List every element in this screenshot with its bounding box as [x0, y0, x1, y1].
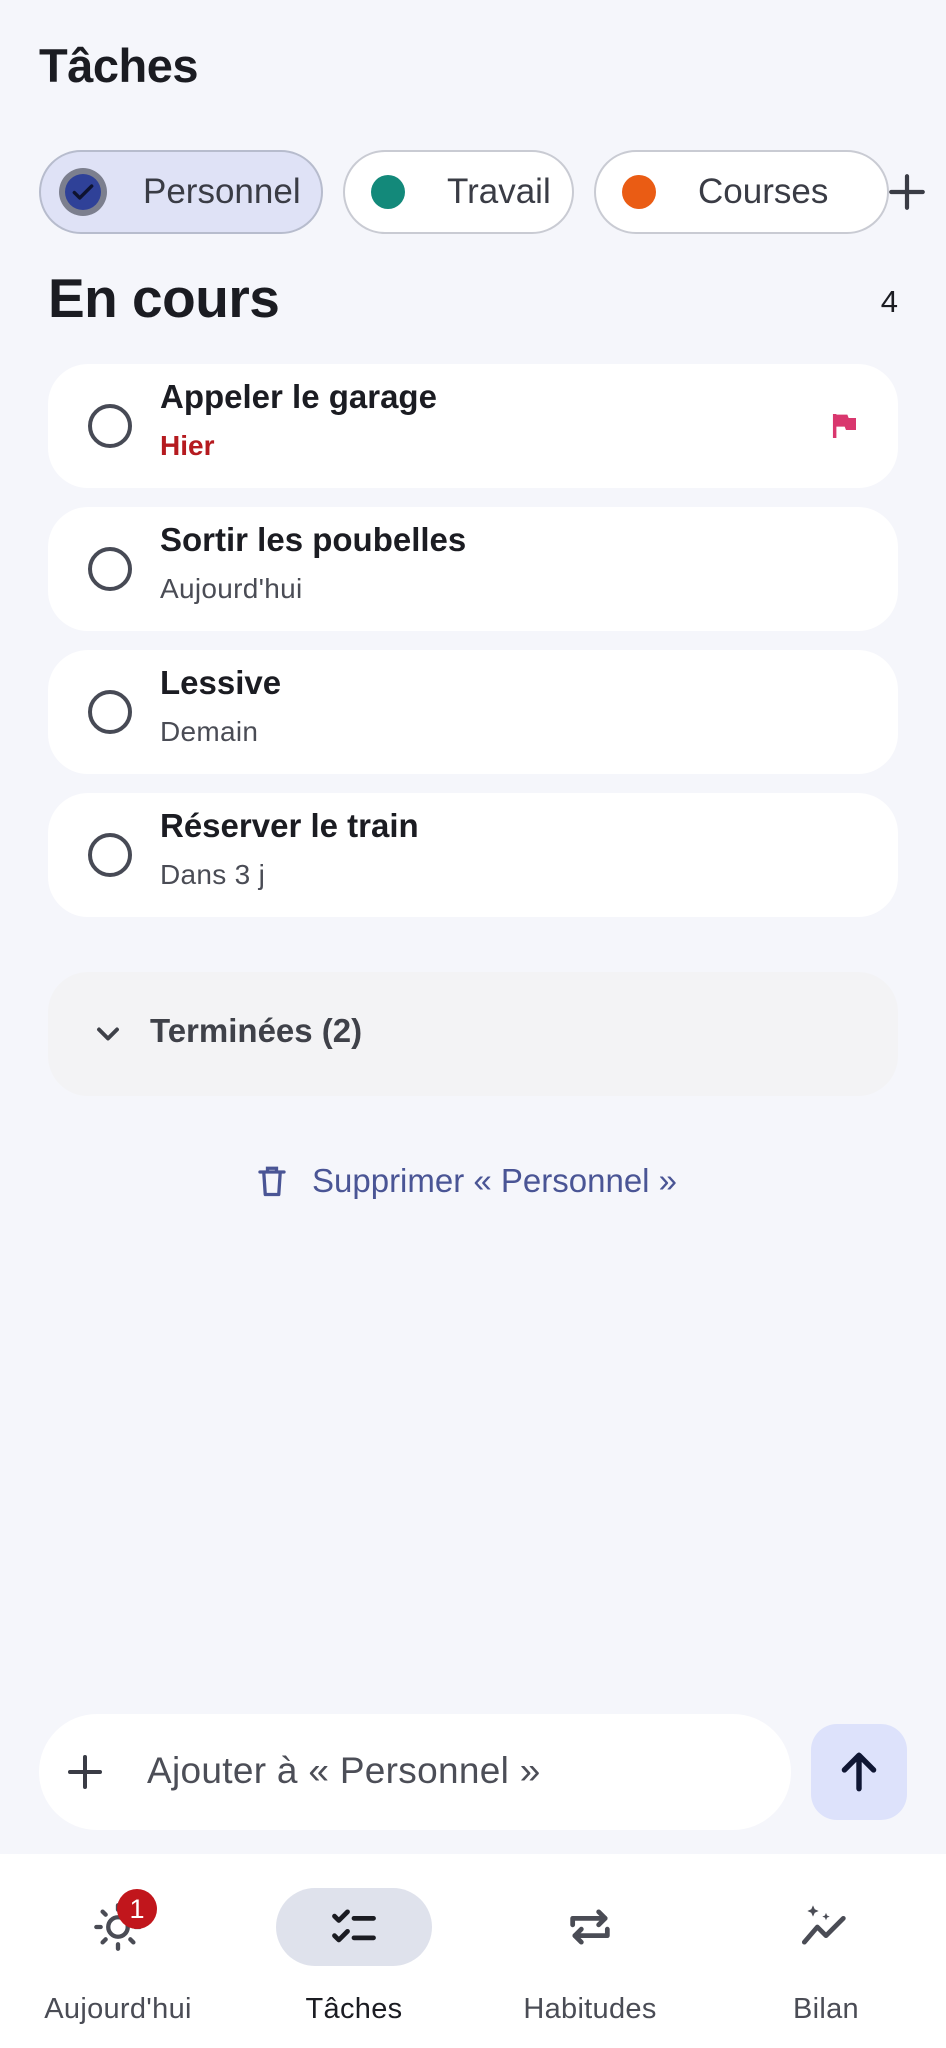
nav-item-habits[interactable]: Habitudes	[472, 1854, 708, 2048]
page-title: Tâches	[39, 39, 198, 92]
completed-section-toggle[interactable]: Terminées (2)	[48, 972, 898, 1096]
chip-label: Courses	[698, 172, 829, 211]
nav-icon-container	[276, 1888, 432, 1966]
nav-item-today[interactable]: 1 Aujourd'hui	[0, 1854, 236, 2048]
nav-item-tasks[interactable]: Tâches	[236, 1854, 472, 2048]
repeat-icon	[570, 1909, 610, 1945]
task-count: 4	[880, 284, 898, 319]
completed-label: Terminées (2)	[150, 1012, 363, 1049]
nav-icon-container	[512, 1888, 668, 1966]
add-task-input[interactable]: Ajouter à « Personnel »	[39, 1714, 791, 1830]
task-due-date: Hier	[160, 430, 215, 461]
app-screen: Tâches Personnel Travail Courses En cour…	[0, 0, 946, 2048]
delete-list-button[interactable]: Supprimer « Personnel »	[254, 1156, 677, 1206]
plus-icon	[889, 174, 925, 210]
notification-badge: 1	[117, 1889, 157, 1929]
task-item[interactable]: Appeler le garage Hier	[48, 364, 898, 488]
list-chips: Personnel Travail Courses	[39, 150, 946, 234]
task-checkbox[interactable]	[88, 404, 132, 448]
chip-courses[interactable]: Courses	[594, 150, 889, 234]
task-due-date: Aujourd'hui	[160, 573, 303, 604]
task-item[interactable]: Sortir les poubelles Aujourd'hui	[48, 507, 898, 631]
task-item[interactable]: Réserver le train Dans 3 j	[48, 793, 898, 917]
task-title: Lessive	[160, 664, 282, 701]
chip-label: Travail	[447, 172, 551, 211]
task-checkbox[interactable]	[88, 547, 132, 591]
color-dot	[622, 175, 656, 209]
trash-icon	[258, 1166, 286, 1197]
nav-label: Habitudes	[523, 1993, 657, 2025]
bottom-navigation: 1 Aujourd'hui Tâches Habitudes Bilan	[0, 1854, 946, 2048]
color-dot	[371, 175, 405, 209]
nav-label: Aujourd'hui	[44, 1993, 192, 2025]
task-title: Réserver le train	[160, 807, 419, 844]
chip-label: Personnel	[143, 172, 301, 211]
nav-icon-container	[748, 1888, 904, 1966]
nav-item-review[interactable]: Bilan	[708, 1854, 944, 2048]
trend-icon	[801, 1905, 846, 1945]
task-title: Sortir les poubelles	[160, 521, 467, 558]
checklist-icon	[332, 1909, 376, 1943]
task-due-date: Demain	[160, 716, 259, 747]
chevron-down-icon	[97, 1027, 119, 1041]
task-item[interactable]: Lessive Demain	[48, 650, 898, 774]
flag-icon	[832, 414, 856, 438]
chip-travail[interactable]: Travail	[343, 150, 574, 234]
arrow-up-icon	[841, 1752, 877, 1792]
section-title: En cours	[48, 267, 280, 329]
plus-icon	[68, 1755, 102, 1789]
nav-label: Bilan	[793, 1993, 859, 2025]
nav-label: Tâches	[305, 1993, 403, 2025]
chip-selected-check	[59, 168, 107, 216]
chip-personnel[interactable]: Personnel	[39, 150, 323, 234]
task-due-date: Dans 3 j	[160, 859, 266, 890]
task-checkbox[interactable]	[88, 833, 132, 877]
add-task-placeholder: Ajouter à « Personnel »	[147, 1750, 541, 1791]
check-icon	[72, 184, 94, 200]
task-title: Appeler le garage	[160, 378, 437, 415]
task-checkbox[interactable]	[88, 690, 132, 734]
delete-list-label: Supprimer « Personnel »	[312, 1162, 678, 1199]
submit-task-button[interactable]	[811, 1724, 907, 1820]
add-list-button[interactable]	[877, 162, 937, 222]
